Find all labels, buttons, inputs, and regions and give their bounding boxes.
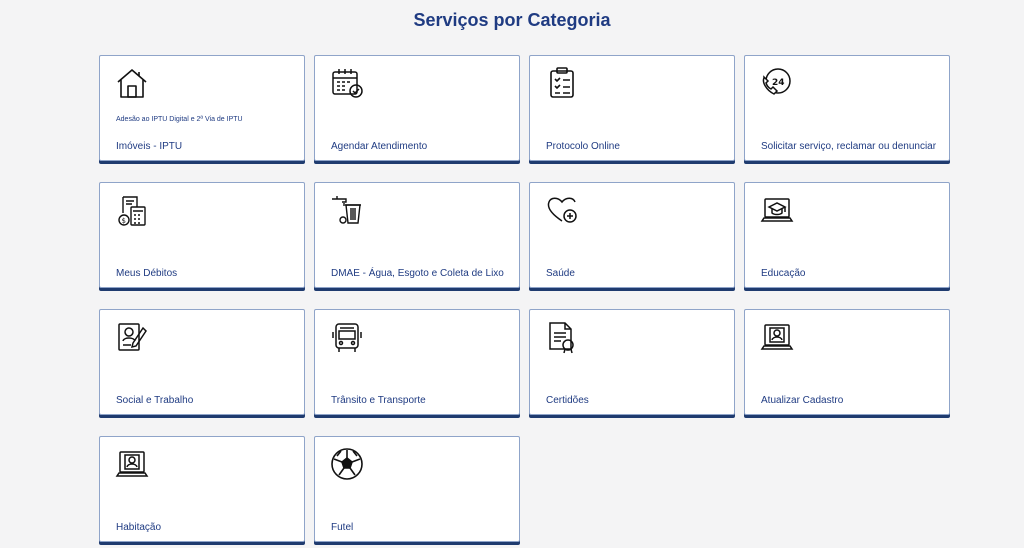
card-atualizar-cadastro[interactable]: Atualizar Cadastro <box>744 309 950 415</box>
clipboard-checklist-icon <box>545 66 579 100</box>
card-saude[interactable]: Saúde <box>529 182 735 288</box>
svg-text:$: $ <box>122 217 126 225</box>
card-protocolo-online[interactable]: Protocolo Online <box>529 55 735 161</box>
laptop-profile-icon <box>115 447 149 481</box>
card-label: Meus Débitos <box>116 268 178 279</box>
card-dmae[interactable]: DMAE - Água, Esgoto e Coleta de Lixo <box>314 182 520 288</box>
card-label: Solicitar serviço, reclamar ou denunciar <box>761 141 937 152</box>
calendar-check-icon <box>330 66 364 100</box>
card-label: Educação <box>761 268 806 279</box>
card-label: Protocolo Online <box>546 141 620 152</box>
page-title: Serviços por Categoria <box>413 10 611 30</box>
faucet-trash-icon <box>330 193 364 227</box>
card-subtitle[interactable]: Adesão ao IPTU Digital e 2ª Via de IPTU <box>116 116 243 123</box>
laptop-graduation-cap-icon <box>760 193 794 227</box>
card-educacao[interactable]: Educação <box>744 182 950 288</box>
card-label: Saúde <box>546 268 575 279</box>
card-solicitar-servico[interactable]: 24 Solicitar serviço, reclamar ou denunc… <box>744 55 950 161</box>
card-label: Imóveis - IPTU <box>116 141 183 152</box>
card-label: Futel <box>331 522 354 533</box>
certificate-document-icon <box>545 320 579 354</box>
soccer-ball-icon <box>330 447 364 481</box>
laptop-profile-icon <box>760 320 794 354</box>
house-icon <box>115 66 149 100</box>
phone-24h-icon: 24 <box>760 66 794 100</box>
card-transito-transporte[interactable]: Trânsito e Transporte <box>314 309 520 415</box>
category-grid: Adesão ao IPTU Digital e 2ª Via de IPTU … <box>99 55 950 542</box>
card-label: DMAE - Água, Esgoto e Coleta de Lixo <box>331 268 504 279</box>
svg-text:24: 24 <box>772 78 785 88</box>
card-agendar-atendimento[interactable]: Agendar Atendimento <box>314 55 520 161</box>
bus-icon <box>330 320 364 354</box>
card-certidoes[interactable]: Certidões <box>529 309 735 415</box>
card-habitacao[interactable]: Habitação <box>99 436 305 542</box>
card-social-trabalho[interactable]: Social e Trabalho <box>99 309 305 415</box>
card-label: Atualizar Cadastro <box>761 395 844 406</box>
card-futel[interactable]: Futel <box>314 436 520 542</box>
card-label: Social e Trabalho <box>116 395 194 406</box>
document-person-pen-icon <box>115 320 149 354</box>
card-imoveis-iptu[interactable]: Adesão ao IPTU Digital e 2ª Via de IPTU … <box>99 55 305 161</box>
card-label: Certidões <box>546 395 589 406</box>
card-label: Trânsito e Transporte <box>331 395 426 406</box>
card-label: Agendar Atendimento <box>331 141 428 152</box>
heart-plus-icon <box>545 193 579 227</box>
card-meus-debitos[interactable]: $ Meus Débitos <box>99 182 305 288</box>
card-label: Habitação <box>116 522 162 533</box>
calculator-money-icon: $ <box>115 193 149 227</box>
